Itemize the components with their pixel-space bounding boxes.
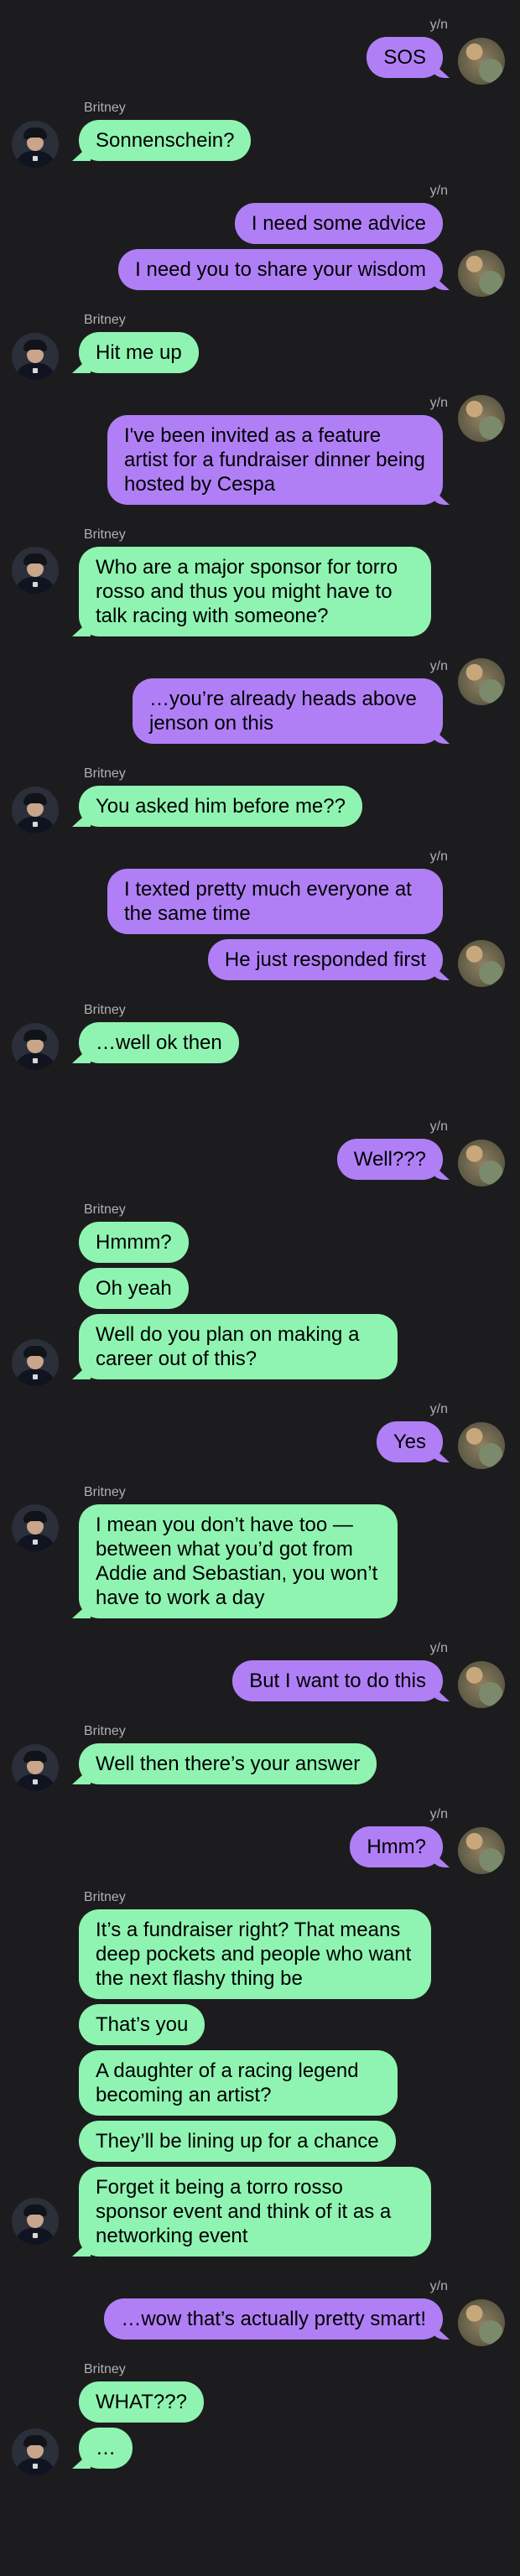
avatar[interactable] bbox=[458, 940, 505, 987]
message-bubble[interactable]: …you’re already heads above jenson on th… bbox=[133, 678, 443, 744]
message-bubble[interactable]: But I want to do this bbox=[232, 1660, 443, 1701]
message-bubble[interactable]: …well ok then bbox=[79, 1022, 239, 1063]
sender-name: Britney bbox=[84, 1890, 126, 1904]
sender-name: y/n bbox=[429, 1402, 448, 1416]
avatar[interactable] bbox=[458, 1661, 505, 1708]
sender-name: y/n bbox=[429, 659, 448, 673]
message-group-outgoing: y/n I've been invited as a feature artis… bbox=[0, 395, 520, 505]
sender-name: Britney bbox=[84, 527, 126, 542]
message-bubble[interactable]: I need you to share your wisdom bbox=[118, 249, 443, 290]
message-bubble[interactable]: I mean you don’t have too — between what… bbox=[79, 1504, 398, 1618]
sender-name: Britney bbox=[84, 1003, 126, 1017]
sender-name: Britney bbox=[84, 313, 126, 327]
message-group-incoming: Britney Hit me up bbox=[0, 312, 520, 380]
message-bubble[interactable]: It’s a fundraiser right? That means deep… bbox=[79, 1909, 431, 1999]
message-group-incoming: Britney Who are a major sponsor for torr… bbox=[0, 527, 520, 636]
sender-name: y/n bbox=[429, 849, 448, 864]
sender-name: y/n bbox=[429, 184, 448, 198]
message-group-incoming: Britney Hmmm? Oh yeah Well do you plan o… bbox=[0, 1202, 520, 1386]
avatar[interactable] bbox=[458, 2299, 505, 2346]
sender-name: y/n bbox=[429, 18, 448, 32]
message-bubble[interactable]: Well then there’s your answer bbox=[79, 1743, 377, 1784]
sender-name: Britney bbox=[84, 1202, 126, 1217]
message-bubble[interactable]: Hmmm? bbox=[79, 1222, 189, 1263]
message-bubble[interactable]: Well do you plan on making a career out … bbox=[79, 1314, 398, 1379]
avatar[interactable] bbox=[12, 2198, 59, 2245]
sender-name: y/n bbox=[429, 396, 448, 410]
message-bubble[interactable]: You asked him before me?? bbox=[79, 786, 362, 827]
sender-name: y/n bbox=[429, 1807, 448, 1821]
message-group-outgoing: y/n Hmm? bbox=[0, 1806, 520, 1874]
sender-name: Britney bbox=[84, 101, 126, 115]
message-group-outgoing: y/n …wow that’s actually pretty smart! bbox=[0, 2278, 520, 2346]
avatar[interactable] bbox=[12, 1504, 59, 1551]
avatar[interactable] bbox=[458, 395, 505, 442]
avatar[interactable] bbox=[458, 1140, 505, 1187]
message-thread: y/n SOS Britney Sonnenschein? y/n I need… bbox=[0, 17, 520, 2475]
message-group-outgoing: y/n Well??? bbox=[0, 1119, 520, 1187]
avatar[interactable] bbox=[12, 2428, 59, 2475]
message-bubble[interactable]: … bbox=[79, 2428, 133, 2469]
message-bubble[interactable]: I've been invited as a feature artist fo… bbox=[107, 415, 443, 505]
message-bubble[interactable]: Hit me up bbox=[79, 332, 199, 373]
message-group-outgoing: y/n I texted pretty much everyone at the… bbox=[0, 849, 520, 987]
avatar[interactable] bbox=[12, 1023, 59, 1070]
sender-name: y/n bbox=[429, 1119, 448, 1134]
message-group-incoming: Britney Sonnenschein? bbox=[0, 100, 520, 168]
avatar[interactable] bbox=[458, 38, 505, 85]
message-group-outgoing: y/n …you’re already heads above jenson o… bbox=[0, 658, 520, 744]
message-bubble[interactable]: Hmm? bbox=[350, 1826, 443, 1867]
message-group-incoming: Britney …well ok then bbox=[0, 1002, 520, 1070]
message-group-incoming: Britney You asked him before me?? bbox=[0, 766, 520, 834]
avatar[interactable] bbox=[12, 787, 59, 834]
sender-name: Britney bbox=[84, 766, 126, 781]
message-bubble[interactable]: …wow that’s actually pretty smart! bbox=[104, 2298, 443, 2340]
message-bubble[interactable]: SOS bbox=[367, 37, 443, 78]
message-bubble[interactable]: I texted pretty much everyone at the sam… bbox=[107, 869, 443, 934]
message-group-outgoing: y/n Yes bbox=[0, 1401, 520, 1469]
message-group-incoming: Britney Well then there’s your answer bbox=[0, 1723, 520, 1791]
avatar[interactable] bbox=[12, 1744, 59, 1791]
avatar[interactable] bbox=[12, 333, 59, 380]
message-group-outgoing: y/n SOS bbox=[0, 17, 520, 85]
message-bubble[interactable]: Yes bbox=[376, 1421, 443, 1462]
message-bubble[interactable]: Sonnenschein? bbox=[79, 120, 252, 161]
message-bubble[interactable]: That’s you bbox=[79, 2004, 205, 2045]
sender-name: y/n bbox=[429, 1641, 448, 1655]
message-bubble[interactable]: Forget it being a torro rosso sponsor ev… bbox=[79, 2167, 431, 2257]
avatar[interactable] bbox=[12, 1339, 59, 1386]
message-bubble[interactable]: Well??? bbox=[336, 1139, 443, 1180]
sender-name: Britney bbox=[84, 2362, 126, 2376]
message-bubble[interactable]: I need some advice bbox=[234, 203, 443, 244]
message-bubble[interactable]: He just responded first bbox=[207, 939, 443, 980]
message-group-outgoing: y/n I need some advice I need you to sha… bbox=[0, 183, 520, 297]
sender-name: Britney bbox=[84, 1724, 126, 1738]
avatar[interactable] bbox=[458, 1422, 505, 1469]
message-bubble[interactable]: They’ll be lining up for a chance bbox=[79, 2121, 396, 2162]
avatar[interactable] bbox=[12, 547, 59, 594]
message-bubble[interactable]: Oh yeah bbox=[79, 1268, 189, 1309]
message-bubble[interactable]: A daughter of a racing legend becoming a… bbox=[79, 2050, 398, 2116]
avatar[interactable] bbox=[12, 121, 59, 168]
avatar[interactable] bbox=[458, 1827, 505, 1874]
message-group-incoming: Britney I mean you don’t have too — betw… bbox=[0, 1484, 520, 1618]
message-group-outgoing: y/n But I want to do this bbox=[0, 1640, 520, 1708]
sender-name: Britney bbox=[84, 1485, 126, 1499]
message-bubble[interactable]: WHAT??? bbox=[79, 2381, 204, 2423]
avatar[interactable] bbox=[458, 250, 505, 297]
message-group-incoming: Britney It’s a fundraiser right? That me… bbox=[0, 1889, 520, 2257]
sender-name: y/n bbox=[429, 2279, 448, 2293]
message-group-incoming: Britney WHAT??? … bbox=[0, 2361, 520, 2475]
avatar[interactable] bbox=[458, 658, 505, 705]
message-bubble[interactable]: Who are a major sponsor for torro rosso … bbox=[79, 547, 431, 636]
